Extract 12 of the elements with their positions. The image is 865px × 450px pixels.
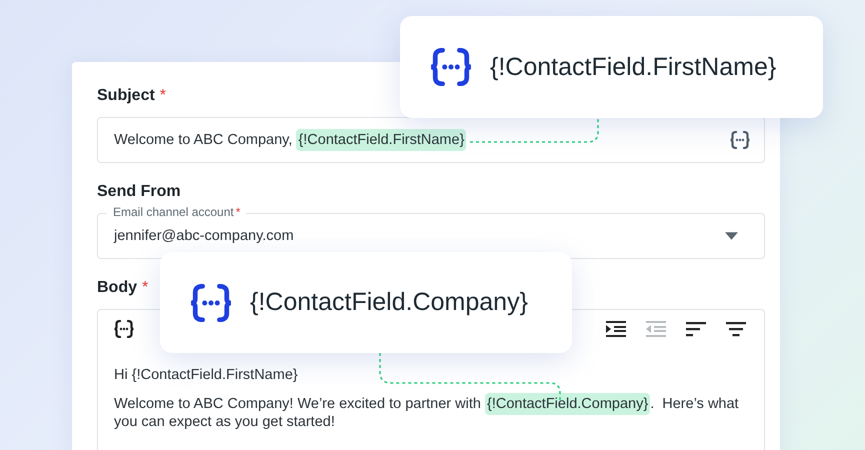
subject-text: Welcome to ABC Company, <box>114 132 294 148</box>
token-chip: {!ContactField.FirstName} <box>296 129 466 151</box>
required-mark: * <box>160 87 166 105</box>
callout-text: {!ContactField.FirstName} <box>490 52 776 82</box>
subject-label: Subject <box>97 87 155 105</box>
body-paragraph: Welcome to ABC Company! We’re excited to partner with {!ContactField.Company}. Here’s what you can expect as you get started! <box>114 395 748 431</box>
send-from-label: Send From <box>97 183 181 201</box>
required-mark: * <box>142 279 148 297</box>
token-chip: {!ContactField.Company} <box>484 393 650 415</box>
greeting-text: Hi {!ContactField.FirstName} <box>114 366 299 384</box>
body-label: Body <box>97 279 137 297</box>
email-value: jennifer@abc-company.com <box>114 228 294 244</box>
